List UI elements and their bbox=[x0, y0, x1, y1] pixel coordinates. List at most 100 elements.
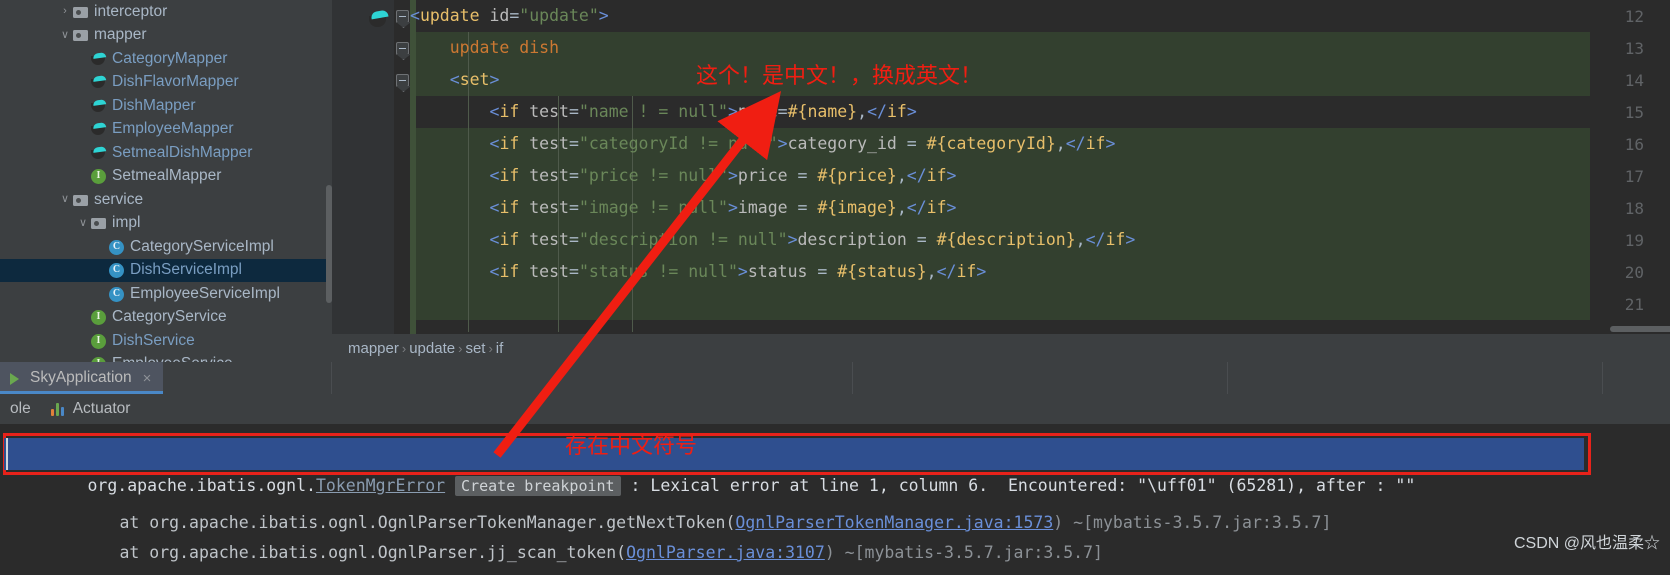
code-line-17[interactable]: <if test="price != null">price = #{price… bbox=[410, 160, 957, 192]
tree-item-label: EmployeeMapper bbox=[112, 120, 234, 138]
breadcrumb-item-mapper[interactable]: mapper bbox=[348, 340, 399, 357]
code-line-19[interactable]: <if test="description != null">descripti… bbox=[410, 224, 1136, 256]
tab-console[interactable]: ole bbox=[0, 394, 41, 424]
run-tab-label: SkyApplication bbox=[30, 369, 132, 386]
tree-item-label: SetmealMapper bbox=[112, 167, 222, 185]
chevron-down-icon[interactable]: ∨ bbox=[58, 29, 72, 41]
code-line-14[interactable]: <set> bbox=[410, 64, 500, 96]
breadcrumb[interactable]: mapper › update › set › if bbox=[332, 334, 1670, 362]
folder-icon bbox=[72, 4, 90, 20]
stack-suffix-2: ) ~[mybatis-3.5.7.jar:3.5.7] bbox=[824, 543, 1103, 562]
breadcrumb-separator: › bbox=[458, 340, 463, 356]
code-editor[interactable]: 12 13 14 15 16 17 18 19 20 21 <update id="update"… bbox=[332, 0, 1670, 334]
tree-item-dishflavormapper[interactable]: DishFlavorMapper bbox=[0, 71, 332, 95]
tree-item-label: DishFlavorMapper bbox=[112, 73, 239, 91]
breadcrumb-separator: › bbox=[401, 340, 407, 356]
code-content[interactable]: <update id="update"> update dish <set> <… bbox=[410, 0, 1670, 334]
breadcrumb-separator: › bbox=[488, 340, 493, 356]
stack-link-2[interactable]: OgnlParser.java:3107 bbox=[626, 543, 825, 562]
chevron-down-icon[interactable]: ∨ bbox=[76, 217, 90, 229]
tree-item-categoryserviceimpl[interactable]: CategoryServiceImpl bbox=[0, 235, 332, 259]
panel-divider-3 bbox=[1227, 362, 1228, 394]
mybatis-statement-icon[interactable] bbox=[368, 10, 390, 28]
tree-item-label: mapper bbox=[94, 26, 147, 44]
scope-band-13 bbox=[410, 32, 1590, 64]
scope-band-14 bbox=[410, 64, 1590, 96]
console-caret bbox=[6, 438, 8, 470]
stack-trace-line-1[interactable]: at org.apache.ibatis.ognl.OgnlParserToke… bbox=[40, 478, 1331, 532]
fold-marker-12[interactable] bbox=[396, 10, 409, 23]
project-tree-panel[interactable]: › interceptor ∨ mapper CategoryMapper DishFla… bbox=[0, 0, 332, 383]
tree-item-dishserviceimpl[interactable]: DishServiceImpl bbox=[0, 258, 332, 282]
run-tool-window: SkyApplication × ole Actuator org.apache… bbox=[0, 362, 1670, 575]
folder-icon bbox=[90, 215, 108, 231]
code-line-12[interactable]: <update id="update"> bbox=[410, 0, 609, 32]
annotation-top-note: 这个！是中文！，换成英文！ bbox=[696, 64, 983, 89]
tree-item-label: CategoryServiceImpl bbox=[130, 237, 274, 255]
mybatis-icon bbox=[90, 51, 108, 67]
tree-item-dishmapper[interactable]: DishMapper bbox=[0, 94, 332, 118]
panel-divider-2 bbox=[852, 362, 853, 394]
editor-gutter[interactable] bbox=[332, 0, 394, 334]
breadcrumb-item-update[interactable]: update bbox=[409, 340, 455, 357]
stack-prefix-2: at org.apache.ibatis.ognl.OgnlParser.jj_… bbox=[119, 543, 627, 562]
mybatis-icon bbox=[90, 98, 108, 114]
chevron-right-icon[interactable]: › bbox=[58, 6, 72, 17]
code-line-18[interactable]: <if test="image != null">image = #{image… bbox=[410, 192, 957, 224]
class-icon bbox=[108, 262, 126, 279]
tree-item-label: SetmealDishMapper bbox=[112, 143, 253, 161]
scope-band-21 bbox=[410, 288, 1590, 320]
tree-item-impl[interactable]: ∨ impl bbox=[0, 212, 332, 236]
run-tab-skyapplication[interactable]: SkyApplication × bbox=[0, 362, 164, 394]
tree-item-employeemapper[interactable]: EmployeeMapper bbox=[0, 118, 332, 142]
chevron-down-icon[interactable]: ∨ bbox=[58, 194, 72, 205]
breadcrumb-item-if[interactable]: if bbox=[496, 340, 504, 357]
tree-item-label: impl bbox=[112, 214, 141, 232]
mybatis-icon bbox=[90, 121, 108, 137]
fold-marker-14[interactable] bbox=[396, 74, 409, 87]
folder-icon bbox=[72, 192, 90, 208]
code-line-15[interactable]: <if test="name ! = null">name=#{name},</… bbox=[410, 96, 917, 128]
panel-divider-4 bbox=[1602, 362, 1603, 394]
editor-horizontal-scrollbar[interactable] bbox=[1610, 326, 1670, 332]
class-icon bbox=[108, 286, 126, 302]
run-status-icon bbox=[10, 372, 23, 385]
tree-item-label: interceptor bbox=[94, 2, 168, 20]
annotation-bottom-note: 存在中文符号 bbox=[565, 434, 698, 459]
console-error-line[interactable]: org.apache.ibatis.ognl.TokenMgrError Cre… bbox=[4, 438, 1584, 496]
screenshot-root: › interceptor ∨ mapper CategoryMapper DishFla… bbox=[0, 0, 1670, 575]
fold-marker-13[interactable] bbox=[396, 42, 409, 55]
folder-icon bbox=[72, 27, 90, 43]
actuator-icon bbox=[50, 402, 67, 416]
run-toolbar[interactable]: ole Actuator bbox=[0, 394, 1670, 424]
console-output[interactable]: org.apache.ibatis.ognl.TokenMgrError Cre… bbox=[0, 424, 1670, 575]
code-line-16[interactable]: <if test="categoryId != null">category_i… bbox=[410, 128, 1116, 160]
tree-item-dishservice[interactable]: DishService bbox=[0, 329, 332, 353]
interface-icon bbox=[90, 309, 108, 326]
mybatis-icon bbox=[90, 145, 108, 161]
tree-item-setmealmapper[interactable]: SetmealMapper bbox=[0, 165, 332, 189]
tree-item-service[interactable]: ∨ service bbox=[0, 188, 332, 212]
tree-item-mapper[interactable]: ∨ mapper bbox=[0, 24, 332, 48]
tree-item-categorymapper[interactable]: CategoryMapper bbox=[0, 47, 332, 71]
tree-item-label: EmployeeServiceImpl bbox=[130, 284, 280, 302]
run-tab-strip[interactable]: SkyApplication × bbox=[0, 362, 1670, 394]
tree-item-categoryservice[interactable]: CategoryService bbox=[0, 306, 332, 330]
class-icon bbox=[108, 239, 126, 255]
tree-item-setmealdishmapper[interactable]: SetmealDishMapper bbox=[0, 141, 332, 165]
code-line-20[interactable]: <if test="status != null">status = #{sta… bbox=[410, 256, 987, 288]
mybatis-icon bbox=[90, 74, 108, 90]
tree-item-employeeserviceimpl[interactable]: EmployeeServiceImpl bbox=[0, 282, 332, 306]
code-line-13[interactable]: update dish bbox=[410, 32, 559, 64]
tab-actuator[interactable]: Actuator bbox=[41, 394, 141, 424]
stack-trace-line-2[interactable]: at org.apache.ibatis.ognl.OgnlParser.jj_… bbox=[40, 508, 1102, 562]
breadcrumb-item-set[interactable]: set bbox=[465, 340, 485, 357]
console-tab-label: ole bbox=[10, 400, 31, 417]
interface-icon bbox=[90, 333, 108, 349]
tree-item-label: DishService bbox=[112, 331, 195, 349]
tree-item-label: DishMapper bbox=[112, 96, 196, 114]
tree-item-label: CategoryService bbox=[112, 308, 227, 326]
tree-item-interceptor[interactable]: › interceptor bbox=[0, 0, 332, 24]
close-icon[interactable]: × bbox=[143, 370, 152, 387]
tree-item-label: CategoryMapper bbox=[112, 49, 228, 67]
